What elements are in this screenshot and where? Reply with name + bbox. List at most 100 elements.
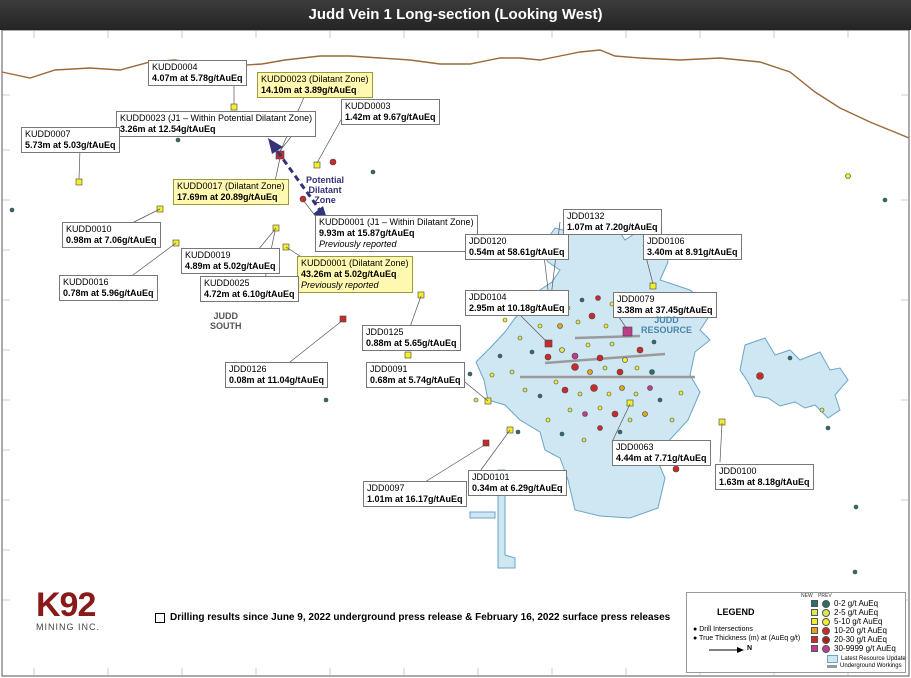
- legend-title: LEGEND: [717, 607, 755, 617]
- grade-label: 30-9999 g/t AuEq: [834, 644, 896, 653]
- north-arrow-icon: [709, 647, 744, 653]
- callout-jdd0101: JDD0101 0.34m at 6.29g/tAuEq: [468, 470, 567, 496]
- callout-hole: KUDD0010: [66, 224, 112, 234]
- callout-kudd0003: KUDD0003 1.42m at 9.67g/tAuEq: [341, 99, 440, 125]
- banner-text: Drilling results since June 9, 2022 unde…: [170, 612, 671, 623]
- callout-kudd0016: KUDD0016 0.78m at 5.96g/tAuEq: [59, 275, 158, 301]
- callout-result: 0.78m at 5.96g/tAuEq: [63, 288, 154, 298]
- grade-circle-icon: [822, 599, 830, 608]
- callout-hole: JDD0101: [472, 472, 510, 482]
- callout-hole: KUDD0017 (Dilatant Zone): [177, 181, 285, 191]
- zone-label-line: Zone: [314, 195, 336, 205]
- callout-kudd0010: KUDD0010 0.98m at 7.06g/tAuEq: [62, 222, 161, 248]
- callout-result: 4.44m at 7.71g/tAuEq: [616, 453, 707, 463]
- legend-note-intersections: ● Drill Intersections: [693, 626, 753, 633]
- grade-label: 5-10 g/t AuEq: [834, 617, 883, 626]
- judd-resource-label: JUDD RESOURCE: [641, 315, 692, 335]
- callout-jdd0097: JDD0097 1.01m at 16.17g/tAuEq: [363, 481, 467, 507]
- judd-resource-line: RESOURCE: [641, 325, 693, 335]
- callout-result: 0.88m at 5.65g/tAuEq: [366, 338, 457, 348]
- legend-workings-item: Underground Workings: [827, 663, 902, 669]
- callout-jdd0125: JDD0125 0.88m at 5.65g/tAuEq: [362, 325, 461, 351]
- callout-kudd0001-j1: KUDD0001 (J1 – Within Dilatant Zone) 9.9…: [315, 215, 478, 252]
- grade-label: 2-5 g/t AuEq: [834, 608, 879, 617]
- north-label: N: [747, 645, 753, 652]
- potential-dilatant-zone-label: Potential Dilatant Zone: [306, 175, 344, 205]
- callout-result: 17.69m at 20.89g/tAuEq: [177, 192, 278, 202]
- grade-square-icon: [811, 636, 818, 643]
- k92-logo: K92 MINING INC.: [36, 588, 100, 632]
- grade-circle-icon: [822, 635, 830, 644]
- callout-note: Previously reported: [319, 239, 397, 249]
- legend-grade-row: 0-2 g/t AuEq: [811, 599, 878, 608]
- judd-south-line: JUDD: [213, 311, 238, 321]
- callout-hole: KUDD0004: [152, 62, 198, 72]
- callout-kudd0001-dilatant: KUDD0001 (Dilatant Zone) 43.26m at 5.02g…: [297, 256, 413, 293]
- checkbox-square-icon: [155, 612, 165, 623]
- callout-hole: KUDD0001 (J1 – Within Dilatant Zone): [319, 217, 474, 227]
- workings-swatch-icon: [827, 664, 837, 668]
- legend-workings-label: Underground Workings: [840, 663, 902, 669]
- judd-south-line: SOUTH: [210, 321, 242, 331]
- callout-result: 4.89m at 5.02g/tAuEq: [185, 261, 276, 271]
- callout-kudd0023-dilatant: KUDD0023 (Dilatant Zone) 14.10m at 3.89g…: [257, 72, 373, 98]
- callout-jdd0100: JDD0100 1.63m at 8.18g/tAuEq: [715, 464, 814, 490]
- grade-label: 10-20 g/t AuEq: [834, 626, 887, 635]
- judd-south-label: JUDD SOUTH: [210, 311, 242, 331]
- callout-result: 1.01m at 16.17g/tAuEq: [367, 494, 463, 504]
- callout-hole: KUDD0003: [345, 101, 391, 111]
- legend: LEGEND NEW PREV ● Drill Intersections ● …: [686, 592, 906, 673]
- callout-kudd0025: KUDD0025 4.72m at 6.10g/tAuEq: [200, 276, 299, 302]
- grade-square-icon: [811, 618, 818, 625]
- grade-circle-icon: [822, 626, 830, 635]
- callout-hole: JDD0079: [617, 294, 655, 304]
- callout-jdd0120: JDD0120 0.54m at 58.61g/tAuEq: [465, 234, 569, 260]
- callout-hole: JDD0097: [367, 483, 405, 493]
- legend-grade-row: 30-9999 g/t AuEq: [811, 644, 896, 653]
- callout-hole: JDD0091: [370, 364, 408, 374]
- callout-result: 5.73m at 5.03g/tAuEq: [25, 140, 116, 150]
- legend-resource-label: Latest Resource Update: [841, 656, 906, 662]
- callout-hole: JDD0100: [719, 466, 757, 476]
- callout-result: 1.63m at 8.18g/tAuEq: [719, 477, 810, 487]
- callout-hole: JDD0104: [469, 292, 507, 302]
- legend-grade-row: 20-30 g/t AuEq: [811, 635, 887, 644]
- legend-note-text: Drill Intersections: [699, 626, 753, 633]
- grade-label: 20-30 g/t AuEq: [834, 635, 887, 644]
- callout-result: 0.98m at 7.06g/tAuEq: [66, 235, 157, 245]
- callout-hole: KUDD0016: [63, 277, 109, 287]
- callout-result: 43.26m at 5.02g/tAuEq: [301, 269, 397, 279]
- grade-circle-icon: [822, 617, 830, 626]
- logo-name: K92: [36, 586, 96, 624]
- callout-result: 1.42m at 9.67g/tAuEq: [345, 112, 436, 122]
- callout-result: 0.34m at 6.29g/tAuEq: [472, 483, 563, 493]
- callout-jdd0104: JDD0104 2.95m at 10.18g/tAuEq: [465, 290, 569, 316]
- callout-result: 0.08m at 11.04g/tAuEq: [229, 375, 325, 385]
- callout-hole: JDD0126: [229, 364, 267, 374]
- legend-resource-item: Latest Resource Update: [827, 655, 906, 663]
- callout-result: 1.07m at 7.20g/tAuEq: [567, 222, 658, 232]
- callout-kudd0007: KUDD0007 5.73m at 5.03g/tAuEq: [21, 127, 120, 153]
- grade-circle-icon: [822, 608, 830, 617]
- callout-hole: JDD0125: [366, 327, 404, 337]
- callout-result: 14.10m at 3.89g/tAuEq: [261, 85, 357, 95]
- callout-hole: KUDD0025: [204, 278, 250, 288]
- resource-outline-east: [739, 337, 849, 419]
- legend-note-text: True Thickness (m) at (AuEq g/t): [699, 635, 801, 642]
- zone-label-line: Potential: [306, 175, 345, 185]
- callout-hole: JDD0120: [469, 236, 507, 246]
- grade-square-icon: [811, 609, 818, 616]
- callout-hole: KUDD0001 (Dilatant Zone): [301, 258, 409, 268]
- legend-grade-row: 5-10 g/t AuEq: [811, 617, 882, 626]
- callout-result: 3.26m at 12.54g/tAuEq: [120, 124, 216, 134]
- callout-hole: KUDD0023 (Dilatant Zone): [261, 74, 369, 84]
- legend-note-thickness: ● True Thickness (m) at (AuEq g/t): [693, 635, 801, 642]
- callout-result: 4.07m at 5.78g/tAuEq: [152, 73, 243, 83]
- callout-jdd0132: JDD0132 1.07m at 7.20g/tAuEq: [563, 209, 662, 235]
- callout-jdd0106: JDD0106 3.40m at 8.91g/tAuEq: [643, 234, 742, 260]
- callout-result: 0.68m at 5.74g/tAuEq: [370, 375, 461, 385]
- long-section-map: Judd Vein 1 Long-section (Looking West) …: [0, 0, 911, 678]
- drilling-results-banner: Drilling results since June 9, 2022 unde…: [155, 612, 670, 623]
- legend-grade-row: 2-5 g/t AuEq: [811, 608, 878, 617]
- callout-kudd0023-j1: KUDD0023 (J1 – Within Potential Dilatant…: [116, 111, 317, 137]
